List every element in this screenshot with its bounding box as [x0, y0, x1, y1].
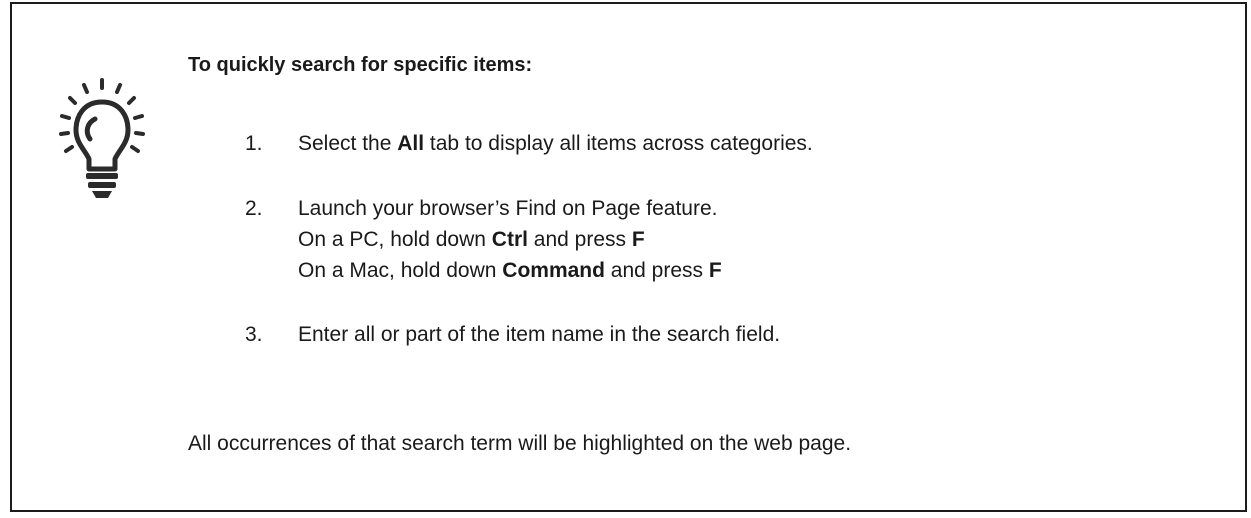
- step-text: Launch your browser’s Find on Page featu…: [298, 197, 718, 220]
- lightbulb-icon: [59, 78, 145, 198]
- step-number: 3.: [245, 323, 263, 346]
- pc-shortcut: On a PC, hold down Ctrl and press F: [298, 228, 645, 251]
- steps-list: 1. Select the All tab to display all ite…: [245, 128, 1205, 350]
- step-text: Select the All tab to display all items …: [298, 132, 813, 155]
- step-text: Enter all or part of the item name in th…: [298, 323, 781, 346]
- step-1: 1. Select the All tab to display all ite…: [245, 128, 1205, 159]
- tip-heading: To quickly search for specific items:: [188, 54, 533, 76]
- f-key: F: [631, 228, 645, 251]
- tip-box: To quickly search for specific items: 1.…: [10, 2, 1247, 512]
- tip-footer: All occurrences of that search term will…: [188, 432, 852, 455]
- step-2: 2. Launch your browser’s Find on Page fe…: [245, 193, 1205, 286]
- step-number: 2.: [245, 197, 263, 220]
- f-key: F: [708, 259, 722, 282]
- all-tab-label: All: [397, 132, 425, 155]
- command-key: Command: [502, 259, 605, 282]
- step-3: 3. Enter all or part of the item name in…: [245, 319, 1205, 350]
- mac-shortcut: On a Mac, hold down Command and press F: [298, 259, 722, 282]
- ctrl-key: Ctrl: [491, 228, 528, 251]
- step-number: 1.: [245, 132, 263, 155]
